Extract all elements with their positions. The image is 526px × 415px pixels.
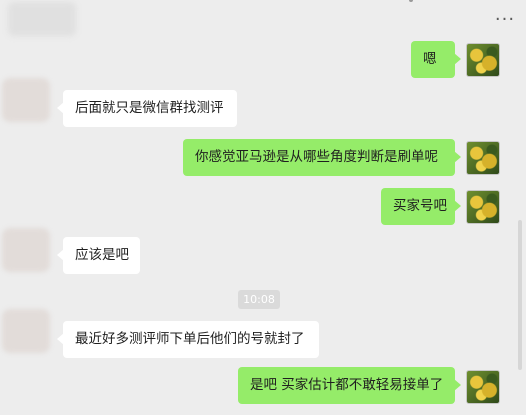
timestamp-divider: 10:08 [238,290,280,309]
self-avatar[interactable] [466,141,500,175]
message-bubble-other[interactable]: 后面就只是微信群找测评 [57,90,237,127]
message-bubble-other[interactable]: 应该是吧 [57,237,140,274]
self-avatar[interactable] [466,190,500,224]
self-avatar[interactable] [466,43,500,77]
contact-avatar[interactable] [2,228,50,272]
chat-header: ··· [0,0,526,44]
more-icon[interactable]: ··· [490,11,520,29]
chat-title-blurred [8,2,76,36]
message-bubble-self[interactable]: 是吧 买家估计都不敢轻易接单了 [238,367,461,404]
message-bubble-self[interactable]: 嗯 [411,41,461,78]
contact-avatar[interactable] [2,78,50,122]
message-bubble-self[interactable]: 买家号吧 [381,188,461,225]
scrollbar[interactable] [518,220,522,370]
message-bubble-other[interactable]: 最近好多测评师下单后他们的号就封了 [57,321,319,358]
contact-avatar[interactable] [2,309,50,353]
self-avatar[interactable] [466,370,500,404]
message-bubble-self[interactable]: 你感觉亚马逊是从哪些角度判断是刷单呢 [183,139,461,176]
status-dot [409,0,413,2]
